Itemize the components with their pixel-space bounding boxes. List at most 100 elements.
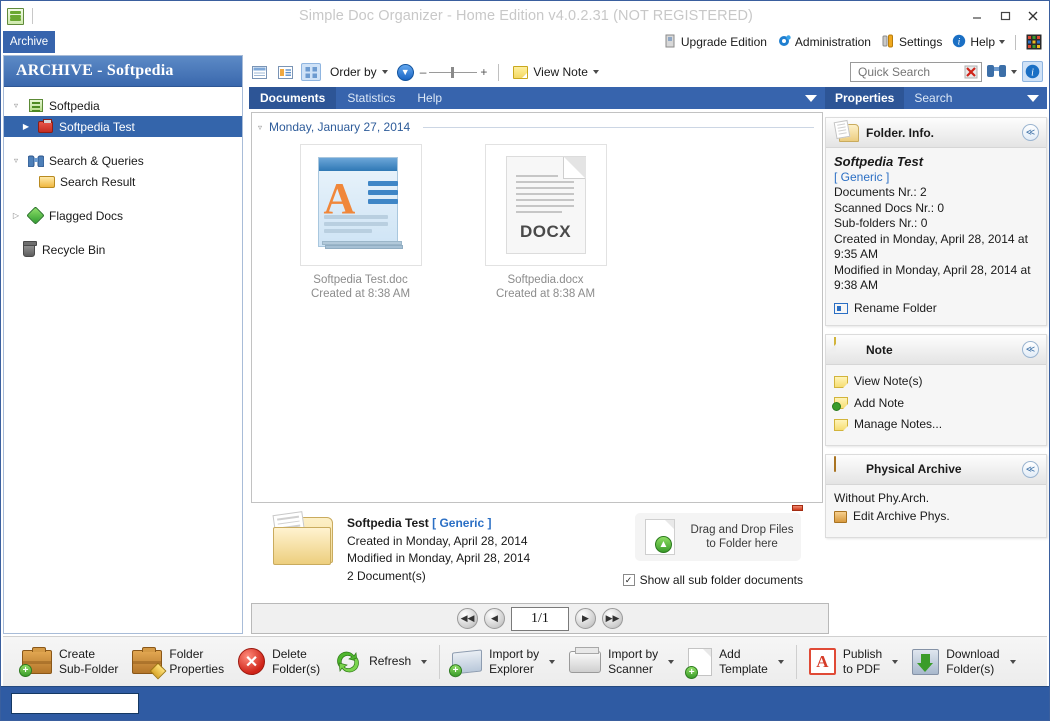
chevron-down-icon[interactable] — [1027, 95, 1039, 102]
order-by-dropdown[interactable]: Order by — [327, 64, 391, 80]
color-grid-icon[interactable] — [1023, 33, 1045, 51]
chevron-down-icon[interactable] — [421, 659, 428, 664]
chevron-right-icon[interactable]: ▶ — [20, 122, 32, 131]
document-item[interactable]: A Softpedia Test.doc Created at 8:38 AM — [298, 144, 423, 301]
collapse-icon[interactable]: ≪ — [1022, 460, 1039, 478]
show-all-checkbox[interactable]: ✓ — [622, 574, 635, 586]
manage-notes-button[interactable]: Manage Notes... — [834, 414, 1038, 436]
import-by-explorer-button[interactable]: + Import by Explorer — [445, 640, 562, 684]
status-field[interactable] — [11, 693, 139, 714]
details-view-icon[interactable] — [275, 63, 295, 81]
delete-folders-button[interactable]: ✕ Delete Folder(s) — [231, 640, 327, 684]
document-thumbnail[interactable]: DOCX — [484, 144, 607, 266]
tab-statistics[interactable]: Statistics — [336, 87, 406, 109]
sidebar-item-flagged-docs[interactable]: ▷ Flagged Docs — [4, 205, 242, 226]
document-created: Created at 8:38 AM — [310, 288, 411, 300]
note-card-body: View Note(s) Add Note Manage Notes... — [826, 365, 1046, 445]
close-icon[interactable] — [1019, 5, 1047, 27]
collapse-icon[interactable]: ≪ — [1022, 124, 1039, 141]
chevron-down-icon[interactable] — [805, 95, 817, 102]
prev-page-button[interactable]: ◀ — [484, 608, 505, 629]
view-note-button[interactable]: View Note — [510, 64, 601, 80]
window-title: Simple Doc Organizer - Home Edition v4.0… — [299, 8, 753, 24]
document-item[interactable]: DOCX Softpedia.docx Created at 8:38 AM — [483, 144, 608, 301]
sidebar-item-softpedia[interactable]: ▿ Softpedia — [4, 95, 242, 116]
tools-icon — [881, 34, 895, 51]
summary-doc-count: 2 Document(s) — [347, 568, 426, 583]
import-by-scanner-label: Import by Scanner — [608, 646, 659, 676]
note-icon — [834, 336, 860, 362]
chevron-down-icon[interactable] — [1009, 659, 1016, 664]
create-subfolder-button[interactable]: + Create Sub-Folder — [15, 640, 125, 684]
sidebar-item-search-result[interactable]: Search Result — [4, 171, 242, 192]
tiles-view-icon[interactable] — [301, 63, 321, 81]
sort-down-icon[interactable]: ▼ — [396, 63, 414, 81]
search-input-wrapper[interactable] — [850, 61, 982, 82]
info-circle-icon[interactable]: i — [1022, 61, 1043, 82]
chevron-down-icon[interactable] — [381, 70, 388, 74]
close-drop-zone-icon[interactable] — [792, 505, 803, 511]
refresh-button[interactable]: Refresh — [327, 640, 434, 684]
window-controls — [963, 5, 1047, 27]
maximize-icon[interactable] — [991, 5, 1019, 27]
show-all-subfolder-checkbox-row[interactable]: ✓ Show all sub folder documents — [622, 573, 803, 587]
chevron-down-icon[interactable] — [999, 40, 1005, 44]
download-folders-button[interactable]: Download Folder(s) — [905, 640, 1022, 684]
clear-red-x-icon[interactable] — [963, 65, 978, 80]
drop-zone[interactable]: ▲ Drag and Drop Files to Folder here — [635, 513, 801, 561]
tab-archive[interactable]: Archive — [3, 31, 55, 53]
tab-help[interactable]: Help — [406, 87, 453, 109]
last-page-button[interactable]: ▶▶ — [602, 608, 623, 629]
page-number-field[interactable]: 1/1 — [511, 606, 569, 631]
tab-search[interactable]: Search — [904, 87, 962, 109]
rename-folder-button[interactable]: Rename Folder — [834, 301, 1038, 317]
chevron-down-icon[interactable] — [592, 70, 599, 74]
menu-help[interactable]: i Help — [949, 33, 1008, 52]
menu-settings[interactable]: Settings — [878, 33, 945, 52]
list-view-icon[interactable] — [249, 63, 269, 81]
chevron-down-icon[interactable]: ▿ — [258, 123, 262, 132]
add-note-button[interactable]: Add Note — [832, 393, 1038, 415]
search-input[interactable] — [856, 63, 956, 80]
slider-track[interactable] — [429, 66, 478, 78]
add-template-button[interactable]: + Add Template — [681, 640, 791, 684]
folder-properties-button[interactable]: Folder Properties — [125, 640, 231, 684]
folder-info-modified: Modified in Monday, April 28, 2014 at 9:… — [834, 262, 1031, 293]
search-binoculars-icon[interactable] — [987, 63, 1006, 80]
template-add-icon: + — [685, 647, 713, 679]
sidebar-item-label: Softpedia — [49, 98, 100, 113]
zoom-out-label[interactable]: – — [420, 65, 427, 79]
collapse-icon[interactable]: ≪ — [1022, 341, 1039, 358]
chevron-down-icon[interactable] — [892, 659, 899, 664]
documents-area: ▿ Monday, January 27, 2014 A Softpedia T… — [251, 112, 823, 503]
chevron-down-icon[interactable]: ▿ — [10, 101, 22, 110]
chevron-down-icon[interactable]: ▿ — [10, 156, 22, 165]
center-tab-bar: Documents Statistics Help — [249, 87, 825, 109]
minimize-icon[interactable] — [963, 5, 991, 27]
chevron-right-icon[interactable]: ▷ — [10, 211, 22, 220]
edit-archive-phys-button[interactable]: Edit Archive Phys. — [834, 506, 1038, 528]
title-bar: Simple Doc Organizer - Home Edition v4.0… — [1, 1, 1049, 31]
first-page-button[interactable]: ◀◀ — [457, 608, 478, 629]
chevron-down-icon[interactable] — [1011, 69, 1017, 74]
zoom-in-label[interactable]: + — [480, 65, 487, 79]
menu-administration[interactable]: Administration — [774, 33, 874, 52]
menu-upgrade-edition[interactable]: Upgrade Edition — [660, 33, 770, 52]
publish-to-pdf-button[interactable]: A Publish to PDF — [802, 640, 905, 684]
sidebar-item-recycle-bin[interactable]: Recycle Bin — [4, 239, 242, 260]
sidebar-item-softpedia-test[interactable]: ▶ Softpedia Test — [4, 116, 242, 137]
next-page-button[interactable]: ▶ — [575, 608, 596, 629]
chevron-down-icon[interactable] — [549, 659, 556, 664]
tab-properties[interactable]: Properties — [825, 87, 905, 109]
svg-text:i: i — [958, 37, 961, 47]
physical-archive-card: Physical Archive ≪ Without Phy.Arch. Edi… — [825, 453, 1047, 538]
document-thumbnail[interactable]: A — [299, 144, 422, 266]
show-all-label: Show all sub folder documents — [639, 573, 803, 587]
tab-documents[interactable]: Documents — [249, 87, 337, 109]
import-by-scanner-button[interactable]: Import by Scanner — [562, 640, 681, 684]
view-notes-button[interactable]: View Note(s) — [834, 371, 1038, 393]
thumbnail-size-slider[interactable]: – + — [420, 65, 488, 79]
sidebar-item-search-queries[interactable]: ▿ Search & Queries — [4, 150, 242, 171]
chevron-down-icon[interactable] — [668, 659, 675, 664]
chevron-down-icon[interactable] — [777, 659, 784, 664]
